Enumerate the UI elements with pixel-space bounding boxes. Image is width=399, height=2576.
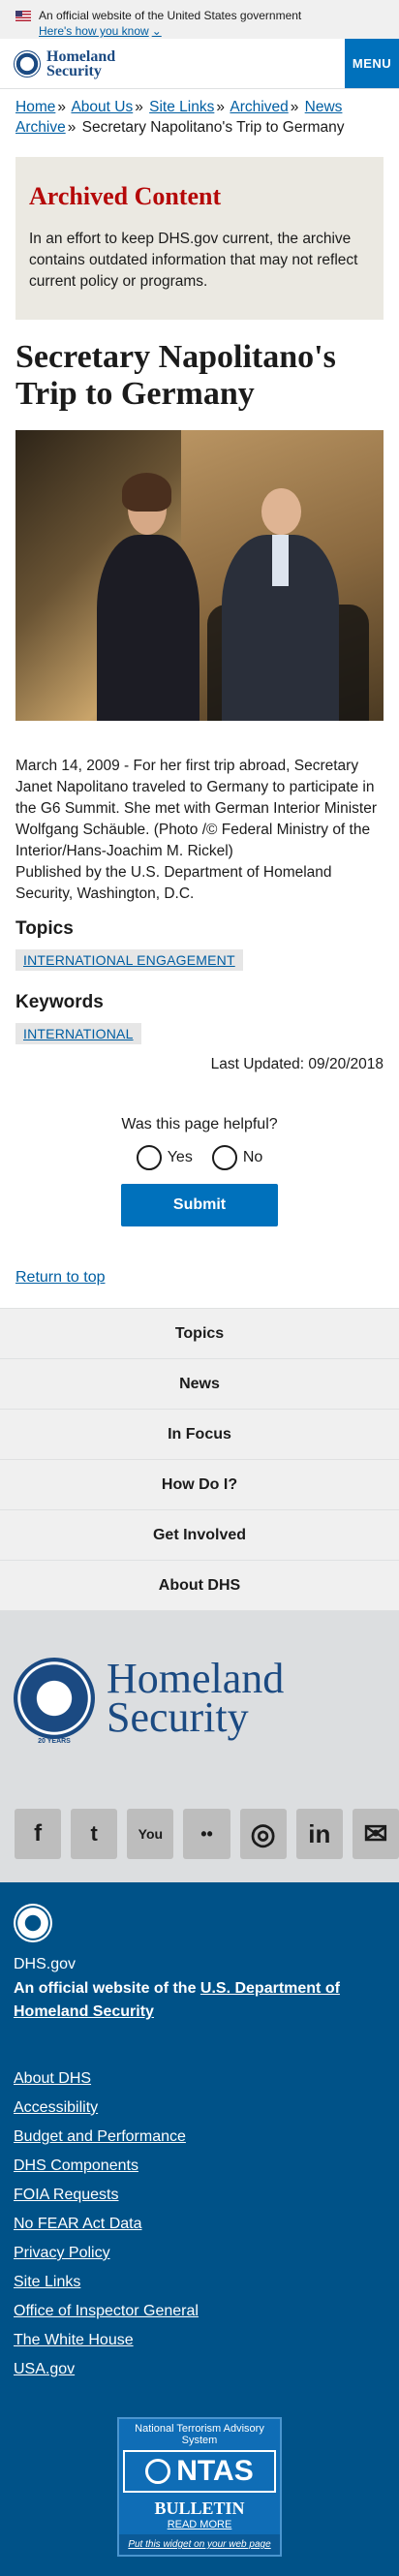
footer-nav: Topics News In Focus How Do I? Get Invol… — [0, 1308, 399, 1611]
footer-official-text: An official website of the U.S. Departme… — [14, 1977, 385, 2024]
breadcrumb-site-links[interactable]: Site Links — [149, 99, 214, 115]
how-you-know-link[interactable]: Here's how you know ⌄ — [39, 23, 384, 39]
submit-button[interactable]: Submit — [121, 1184, 278, 1226]
dhs-seal-icon: 20 YEARS — [14, 1658, 95, 1745]
feedback-yes-label: Yes — [167, 1149, 193, 1165]
article-photo — [15, 430, 384, 721]
logo-line1: Homeland — [46, 47, 116, 65]
photo-caption: March 14, 2009 - For her first trip abro… — [15, 758, 377, 859]
radio-circle-icon — [211, 1145, 237, 1170]
footer-link-usa-gov[interactable]: USA.gov — [14, 2355, 385, 2384]
feedback-yes-radio[interactable]: Yes — [136, 1145, 193, 1170]
footer-nav-news[interactable]: News — [0, 1359, 399, 1410]
ntas-widget-link[interactable]: Put this widget on your web page — [119, 2534, 280, 2555]
footer-domain: DHS.gov — [14, 1956, 77, 1972]
us-flag-icon — [15, 10, 31, 21]
official-site-text: An official website of the United States… — [39, 9, 302, 22]
footer-logo[interactable]: 20 YEARS Homeland Security — [0, 1611, 399, 1785]
ntas-seal-icon — [145, 2459, 171, 2484]
keyword-tag-international[interactable]: INTERNATIONAL — [15, 1023, 141, 1044]
footer-nav-get-involved[interactable]: Get Involved — [0, 1510, 399, 1561]
radio-circle-icon — [136, 1145, 162, 1170]
dhs-logo[interactable]: Homeland Security — [0, 39, 115, 88]
footer-link-site-links[interactable]: Site Links — [14, 2268, 385, 2297]
footer-link-oig[interactable]: Office of Inspector General — [14, 2297, 385, 2326]
footer-link-budget[interactable]: Budget and Performance — [14, 2123, 385, 2152]
chevron-down-icon: ⌄ — [151, 24, 162, 38]
page-title: Secretary Napolitano's Trip to Germany — [15, 339, 336, 412]
dhs-seal-icon — [14, 49, 41, 78]
footer-link-components[interactable]: DHS Components — [14, 2152, 385, 2181]
archived-text: In an effort to keep DHS.gov current, th… — [29, 231, 358, 290]
feedback-form: Was this page helpful? Yes No Submit — [0, 1116, 399, 1226]
email-icon[interactable]: ✉ — [352, 1809, 399, 1859]
breadcrumb-home[interactable]: Home — [15, 99, 55, 115]
last-updated: Last Updated: 09/20/2018 — [210, 1056, 384, 1072]
footer-logo-text: Homeland Security — [107, 1655, 285, 1741]
feedback-question: Was this page helpful? — [121, 1116, 278, 1133]
footer-links: About DHS Accessibility Budget and Perfo… — [14, 2064, 385, 2384]
footer-link-white-house[interactable]: The White House — [14, 2326, 385, 2355]
footer-link-no-fear[interactable]: No FEAR Act Data — [14, 2210, 385, 2239]
dhs-seal-icon — [14, 1904, 52, 1942]
footer-link-foia[interactable]: FOIA Requests — [14, 2181, 385, 2210]
ntas-read-more-link[interactable]: READ MORE — [119, 2519, 280, 2530]
social-links: f t You •• ◎ in ✉ — [0, 1785, 399, 1882]
official-prefix: An official website of the — [14, 1980, 200, 1997]
logo-line2: Security — [46, 62, 102, 79]
return-to-top-link[interactable]: Return to top — [15, 1269, 384, 1287]
footer-nav-about-dhs[interactable]: About DHS — [0, 1561, 399, 1611]
footer-link-accessibility[interactable]: Accessibility — [14, 2094, 385, 2123]
youtube-icon[interactable]: You — [127, 1809, 174, 1859]
twitter-icon[interactable]: t — [71, 1809, 118, 1859]
site-footer: DHS.gov An official website of the U.S. … — [0, 1882, 399, 2576]
linkedin-icon[interactable]: in — [295, 1809, 343, 1859]
footer-link-about-dhs[interactable]: About DHS — [14, 2064, 385, 2094]
breadcrumb-current: Secretary Napolitano's Trip to Germany — [81, 119, 345, 136]
site-header: Homeland Security MENU — [0, 39, 399, 89]
gov-banner: An official website of the United States… — [0, 0, 399, 39]
breadcrumb-archived[interactable]: Archived — [230, 99, 288, 115]
footer-nav-in-focus[interactable]: In Focus — [0, 1410, 399, 1460]
menu-button[interactable]: MENU — [345, 39, 399, 88]
archived-title: Archived Content — [29, 182, 222, 210]
ntas-title: National Terrorism Advisory System — [135, 2423, 264, 2446]
flickr-icon[interactable]: •• — [183, 1809, 230, 1859]
instagram-icon[interactable]: ◎ — [239, 1809, 287, 1859]
archived-notice: Archived Content In an effort to keep DH… — [15, 157, 384, 320]
topic-tag-international-engagement[interactable]: INTERNATIONAL ENGAGEMENT — [15, 949, 243, 971]
breadcrumb: Home» About Us» Site Links» Archived» Ne… — [15, 99, 345, 136]
footer-nav-how-do-i[interactable]: How Do I? — [0, 1460, 399, 1510]
footer-nav-topics[interactable]: Topics — [0, 1309, 399, 1359]
ntas-widget[interactable]: National Terrorism Advisory System NTAS … — [117, 2417, 282, 2557]
seal-years-label: 20 YEARS — [38, 1738, 71, 1745]
article-body: March 14, 2009 - For her first trip abro… — [15, 756, 384, 905]
keywords-heading: Keywords — [15, 992, 104, 1012]
breadcrumb-about-us[interactable]: About Us — [71, 99, 133, 115]
facebook-icon[interactable]: f — [15, 1809, 62, 1859]
footer-logo-line2: Security — [107, 1693, 249, 1741]
logo-text: Homeland Security — [46, 47, 116, 79]
topics-heading: Topics — [15, 918, 74, 939]
ntas-logo-text: NTAS — [176, 2455, 254, 2487]
footer-logo-line1: Homeland — [107, 1655, 285, 1702]
ntas-bulletin: BULLETIN — [154, 2498, 245, 2518]
how-you-know-label: Here's how you know — [39, 24, 149, 38]
published-by: Published by the U.S. Department of Home… — [15, 864, 332, 902]
feedback-no-label: No — [242, 1149, 263, 1165]
ntas-logo: NTAS — [123, 2450, 276, 2493]
feedback-no-radio[interactable]: No — [211, 1145, 263, 1170]
footer-link-privacy[interactable]: Privacy Policy — [14, 2239, 385, 2268]
